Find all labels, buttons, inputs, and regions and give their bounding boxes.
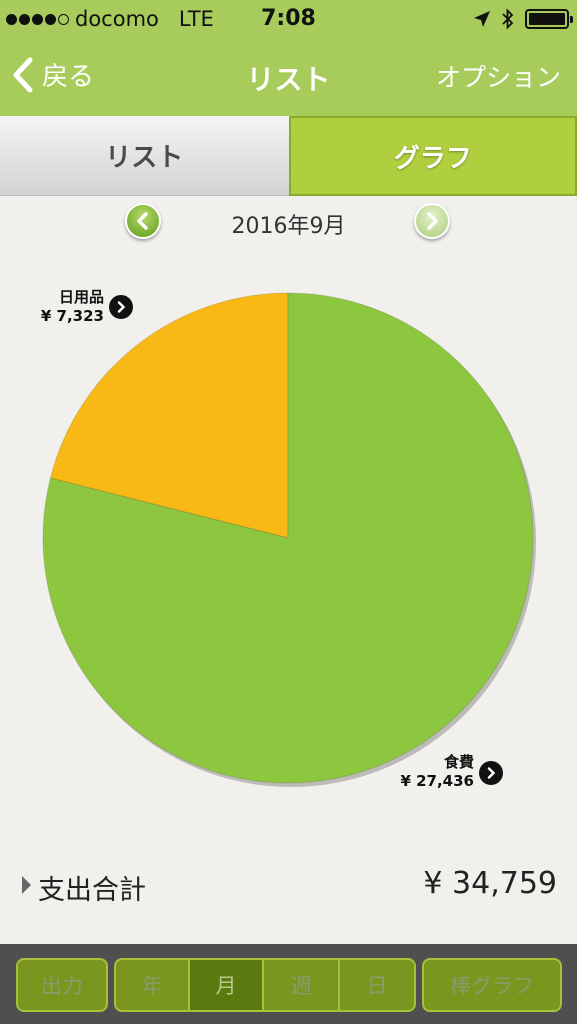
period-week-button[interactable]: 週: [262, 958, 340, 1012]
current-month-label: 2016年9月: [231, 214, 346, 239]
period-year-button[interactable]: 年: [114, 958, 190, 1012]
chevron-right-icon: [117, 301, 126, 313]
next-month-button[interactable]: [414, 203, 450, 239]
slice-name: 食費: [443, 753, 474, 771]
tab-list[interactable]: リスト: [0, 116, 289, 196]
pie-chart-area: 日用品 ¥ 7,323 食費 ¥ 27,436: [0, 250, 577, 830]
total-amount: ¥ 34,759: [423, 866, 557, 901]
slice-value: ¥ 27,436: [400, 772, 474, 790]
pie-chart: [42, 292, 536, 787]
period-month-button[interactable]: 月: [188, 958, 264, 1012]
slice-value: ¥ 7,323: [40, 307, 104, 325]
export-button[interactable]: 出力: [16, 958, 108, 1012]
total-row[interactable]: 支出合計 ¥ 34,759: [0, 860, 577, 912]
disclosure-triangle-icon: [22, 876, 31, 894]
location-arrow-icon: [474, 11, 490, 27]
tab-graph[interactable]: グラフ: [288, 116, 577, 196]
month-selector: 2016年9月: [0, 200, 577, 242]
status-icons: [473, 8, 573, 30]
slice-detail-button-food[interactable]: [479, 761, 503, 785]
chevron-right-icon: [487, 767, 496, 779]
bar-graph-button[interactable]: 棒グラフ: [422, 958, 562, 1012]
total-label: 支出合計: [38, 875, 146, 906]
slice-label-daily-goods: 日用品 ¥ 7,323: [34, 288, 104, 326]
slice-name: 日用品: [58, 288, 104, 306]
view-segment-control: リスト グラフ: [0, 116, 577, 196]
bottom-toolbar: 出力 年 月 週 日 棒グラフ: [0, 944, 577, 1024]
navigation-bar: 戻る リスト オプション: [0, 40, 577, 116]
status-bar: docomo LTE 7:08: [0, 0, 577, 40]
period-day-button[interactable]: 日: [338, 958, 416, 1012]
option-button[interactable]: オプション: [436, 58, 561, 94]
slice-label-food: 食費 ¥ 27,436: [380, 753, 474, 791]
battery-icon: [525, 9, 573, 29]
chevron-right-icon: [427, 212, 438, 230]
bluetooth-icon: [502, 8, 514, 30]
slice-detail-button-daily-goods[interactable]: [109, 295, 133, 319]
